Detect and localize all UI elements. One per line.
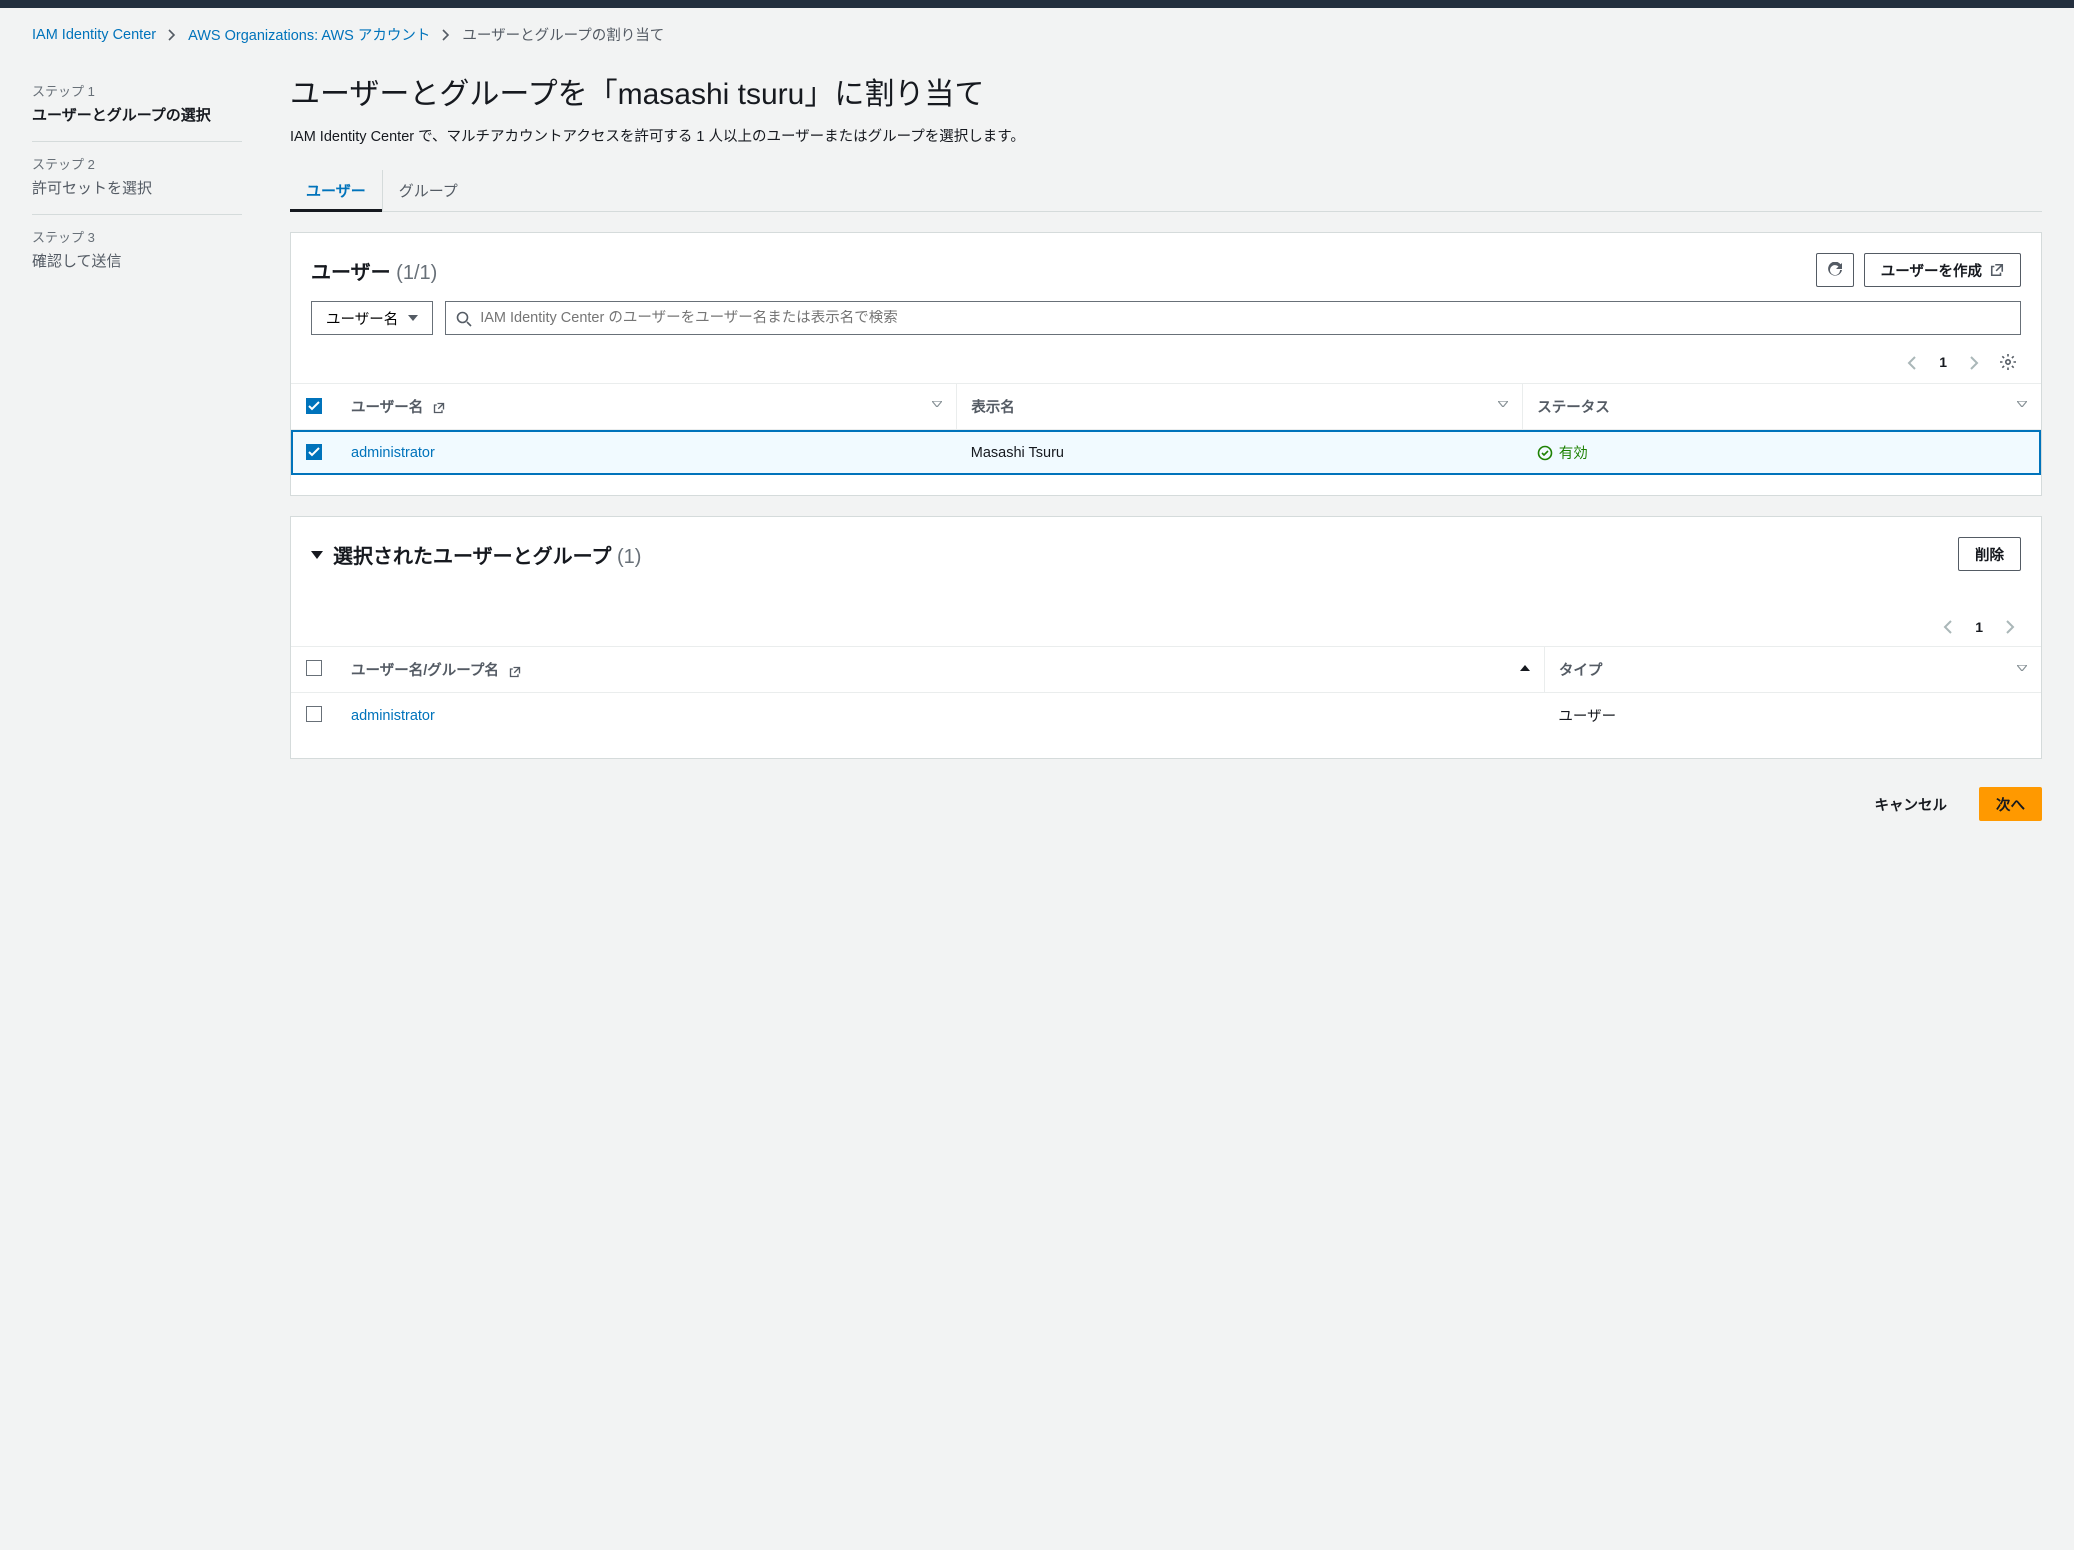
- caret-down-icon: [311, 546, 323, 562]
- external-link-icon: [509, 663, 521, 679]
- create-user-button[interactable]: ユーザーを作成: [1864, 253, 2021, 287]
- next-page-button[interactable]: [1999, 615, 2021, 638]
- selected-panel-title: 選択されたユーザーとグループ (1): [333, 540, 641, 569]
- sort-icon: [2017, 659, 2027, 675]
- prev-page-button[interactable]: [1937, 615, 1959, 638]
- col-displayname-label: 表示名: [971, 400, 1015, 416]
- step-2: ステップ 2 許可セットを選択: [32, 142, 242, 215]
- breadcrumb-current: ユーザーとグループの割り当て: [462, 24, 664, 45]
- external-link-icon: [1990, 262, 2004, 278]
- col-name-label: ユーザー名/グループ名: [351, 663, 499, 679]
- step-1: ステップ 1 ユーザーとグループの選択: [32, 69, 242, 142]
- selected-panel: 選択されたユーザーとグループ (1) 削除 1: [290, 516, 2042, 759]
- col-type[interactable]: タイプ: [1544, 647, 2041, 693]
- breadcrumb: IAM Identity Center AWS Organizations: A…: [32, 24, 2042, 45]
- sort-icon: [932, 396, 942, 412]
- search-input[interactable]: [480, 310, 2010, 326]
- external-link-icon: [433, 400, 445, 416]
- users-panel-title: ユーザー (1/1): [311, 256, 437, 285]
- caret-down-icon: [408, 310, 418, 326]
- chevron-left-icon: [1943, 619, 1953, 634]
- users-title-text: ユーザー: [311, 262, 391, 284]
- selected-name-link[interactable]: administrator: [351, 708, 435, 724]
- col-name[interactable]: ユーザー名/グループ名: [337, 647, 1544, 693]
- tabs: ユーザー グループ: [290, 170, 2042, 212]
- chevron-right-icon: [168, 27, 176, 43]
- search-box[interactable]: [445, 301, 2021, 335]
- col-displayname[interactable]: 表示名: [957, 384, 1523, 430]
- users-panel: ユーザー (1/1) ユーザーを作成: [290, 232, 2042, 496]
- selected-title-count: (1): [617, 546, 641, 568]
- footer-actions: キャンセル 次へ: [290, 779, 2042, 821]
- breadcrumb-organizations[interactable]: AWS Organizations: AWS アカウント: [188, 24, 430, 45]
- sort-icon: [2017, 396, 2027, 412]
- create-user-label: ユーザーを作成: [1881, 260, 1982, 281]
- step-title: 許可セットを選択: [32, 177, 242, 198]
- username-link[interactable]: administrator: [351, 445, 435, 461]
- row-checkbox[interactable]: [306, 444, 322, 460]
- status-badge: 有効: [1537, 442, 1588, 463]
- selected-table: ユーザー名/グループ名 タイプ: [291, 646, 2041, 738]
- page-number: 1: [1933, 354, 1953, 370]
- page-description: IAM Identity Center で、マルチアカウントアクセスを許可する …: [290, 125, 2042, 146]
- prev-page-button[interactable]: [1901, 350, 1923, 373]
- status-text: 有効: [1559, 442, 1588, 463]
- col-username-label: ユーザー名: [351, 400, 423, 416]
- breadcrumb-iam[interactable]: IAM Identity Center: [32, 27, 156, 43]
- select-all-checkbox[interactable]: [306, 398, 322, 414]
- row-checkbox[interactable]: [306, 706, 322, 722]
- chevron-right-icon: [2005, 619, 2015, 634]
- tab-users[interactable]: ユーザー: [290, 170, 383, 211]
- users-title-count: (1/1): [396, 262, 437, 284]
- page-title: ユーザーとグループを「masashi tsuru」に割り当て: [290, 69, 2042, 113]
- page-number: 1: [1969, 619, 1989, 635]
- table-row[interactable]: administrator Masashi Tsuru 有効: [291, 430, 2041, 476]
- selected-panel-toggle[interactable]: 選択されたユーザーとグループ (1): [311, 540, 641, 569]
- col-username[interactable]: ユーザー名: [337, 384, 957, 430]
- filter-attribute-select[interactable]: ユーザー名: [311, 301, 433, 335]
- chevron-left-icon: [1907, 354, 1917, 369]
- delete-button[interactable]: 削除: [1958, 537, 2021, 571]
- table-row[interactable]: administrator ユーザー: [291, 693, 2041, 739]
- col-status[interactable]: ステータス: [1523, 384, 2041, 430]
- tab-groups[interactable]: グループ: [383, 170, 474, 211]
- filter-attribute-label: ユーザー名: [326, 308, 398, 329]
- step-title: ユーザーとグループの選択: [32, 104, 242, 125]
- chevron-right-icon: [442, 27, 450, 43]
- refresh-icon: [1827, 262, 1843, 278]
- step-label: ステップ 2: [32, 154, 242, 173]
- next-button[interactable]: 次へ: [1979, 787, 2042, 821]
- check-circle-icon: [1537, 444, 1553, 460]
- selected-type-cell: ユーザー: [1544, 693, 2041, 739]
- step-3: ステップ 3 確認して送信: [32, 215, 242, 287]
- next-page-button[interactable]: [1963, 350, 1985, 373]
- step-title: 確認して送信: [32, 250, 242, 271]
- gear-icon: [1999, 354, 2017, 369]
- step-label: ステップ 3: [32, 227, 242, 246]
- selected-title-text: 選択されたユーザーとグループ: [333, 546, 611, 568]
- col-status-label: ステータス: [1537, 400, 1610, 416]
- sort-icon: [1498, 396, 1508, 412]
- table-settings-button[interactable]: [1995, 349, 2021, 375]
- step-label: ステップ 1: [32, 81, 242, 100]
- wizard-steps: ステップ 1 ユーザーとグループの選択 ステップ 2 許可セットを選択 ステップ…: [32, 69, 242, 821]
- users-table: ユーザー名 表示名: [291, 383, 2041, 475]
- col-type-label: タイプ: [1559, 663, 1603, 679]
- select-all-checkbox[interactable]: [306, 660, 322, 676]
- search-icon: [456, 309, 472, 326]
- refresh-button[interactable]: [1816, 253, 1854, 287]
- sort-asc-icon: [1520, 659, 1530, 675]
- cancel-button[interactable]: キャンセル: [1859, 787, 1964, 821]
- displayname-cell: Masashi Tsuru: [957, 430, 1523, 476]
- chevron-right-icon: [1969, 354, 1979, 369]
